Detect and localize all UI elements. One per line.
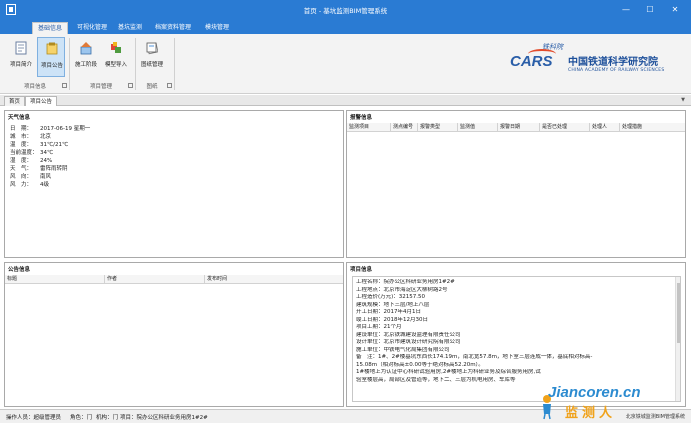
notice-panel: 公告信息 标题 作者 发布时间 <box>4 262 344 407</box>
column-header[interactable]: 是否已处理 <box>540 123 590 132</box>
alarm-grid-header: 监测项目 测点编号 报警类型 监测值 报警日期 是否已处理 处理人 处理措施 <box>347 123 685 132</box>
tab-dropdown-icon[interactable]: ▼ <box>681 97 685 103</box>
status-project: 项目：院办公区科研业务用房1#2# <box>120 415 208 421</box>
watermark: Jiancoren.cn 监测人 <box>540 364 685 422</box>
weather-row: 城 市： 北京 <box>10 134 52 140</box>
tab-module-management[interactable]: 模块管理 <box>200 22 234 34</box>
project-line: 备 注：1#、2#楼基坑东西长174.19m，南北宽57.8m，地下室三层连成一… <box>356 354 593 360</box>
logo-chinese-name: 中国铁道科学研究院 <box>568 57 658 68</box>
ribbon: 项目简介 项目公告 项目信息 施工阶段 模型导入 项目管理 图纸管理 图纸 铁科… <box>0 34 691 94</box>
project-notice-button[interactable]: 项目公告 <box>37 37 65 77</box>
weather-panel-title: 天气信息 <box>5 111 343 121</box>
column-header[interactable]: 测点编号 <box>391 123 418 132</box>
group-label-project-info: 项目信息 <box>23 84 46 90</box>
logo-cars-text: CARS <box>510 53 553 70</box>
scrollbar-thumb[interactable] <box>677 283 680 343</box>
weather-row: 风 力： 4级 <box>10 182 49 188</box>
drawing-management-button[interactable]: 图纸管理 <box>138 37 166 77</box>
alarm-panel-title: 报警信息 <box>347 111 685 121</box>
project-line: 建筑规模：地下三层/地上八层 <box>356 301 430 308</box>
weather-row: 温 度： 31℃/21℃ <box>10 142 69 148</box>
weather-row: 当前温度： 34℃ <box>10 150 54 156</box>
window-title: 首页 - 基坑监测BIM管理系统 <box>303 7 388 15</box>
group-launcher-icon[interactable] <box>62 83 67 88</box>
project-notice-label: 项目公告 <box>40 63 63 69</box>
model-import-icon <box>111 42 121 53</box>
minimize-button[interactable]: — <box>617 3 635 17</box>
weather-row: 日 期： 2017-06-19 星期一 <box>10 126 91 132</box>
column-header[interactable]: 标题 <box>5 275 105 284</box>
column-header[interactable]: 处理人 <box>590 123 620 132</box>
project-intro-button[interactable]: 项目简介 <box>7 37 35 77</box>
column-header[interactable]: 报警类型 <box>418 123 458 132</box>
column-header[interactable]: 发布时间 <box>205 275 343 284</box>
drawing-icon <box>146 42 158 55</box>
weather-row: 天 气： 雷阵雨转阴 <box>10 166 68 172</box>
weather-panel: 天气信息 日 期： 2017-06-19 星期一 城 市： 北京 温 度： 31℃/2… <box>4 110 344 258</box>
drawing-management-label: 图纸管理 <box>140 62 163 68</box>
group-launcher-icon[interactable] <box>128 83 133 88</box>
cars-logo: 铁科院 CARS 中国铁道科学研究院 CHINA ACADEMY OF RAIL… <box>510 42 680 82</box>
tab-visual-management[interactable]: 可视化管理 <box>72 22 112 34</box>
notice-icon <box>46 42 58 55</box>
project-line: 竣工日期：2018年12月30日 <box>356 316 428 323</box>
project-line: 建设单位：北京铁城建设监理有限责任公司 <box>356 331 461 338</box>
column-header[interactable]: 监测项目 <box>347 123 391 132</box>
model-import-label: 模型导入 <box>104 62 127 68</box>
project-line: 工程名称：院办公区科研业务用房1#2# <box>356 279 455 285</box>
group-label-drawings: 图纸 <box>146 84 158 90</box>
weather-row: 湿 度： 24% <box>10 158 53 164</box>
group-divider <box>174 38 175 90</box>
tab-archives[interactable]: 档案资料管理 <box>150 22 196 34</box>
column-header[interactable]: 作者 <box>105 275 205 284</box>
column-header[interactable]: 监测值 <box>458 123 498 132</box>
weather-row: 风 向： 南风 <box>10 174 52 180</box>
document-icon <box>15 41 27 55</box>
project-line: 工程造价(万元)：32157.50 <box>356 294 426 300</box>
title-bar: 首页 - 基坑监测BIM管理系统 — ☐ ✕ <box>0 0 691 20</box>
group-label-project-mgmt: 项目管理 <box>89 84 112 90</box>
notice-grid-header: 标题 作者 发布时间 <box>5 275 343 284</box>
watermark-chinese: 监测人 <box>565 406 617 421</box>
status-user: 操作人员：超级管理员 <box>6 415 62 421</box>
project-panel-title: 项目信息 <box>347 263 685 273</box>
model-import-button[interactable]: 模型导入 <box>102 37 130 77</box>
alarm-panel: 报警信息 监测项目 测点编号 报警类型 监测值 报警日期 是否已处理 处理人 处… <box>346 110 686 258</box>
project-line: 工程地点：北京市海淀区大柳树路2号 <box>356 286 448 293</box>
notice-panel-title: 公告信息 <box>5 263 343 273</box>
logo-english-name: CHINA ACADEMY OF RAILWAY SCIENCES <box>568 68 665 73</box>
tab-pit-monitoring[interactable]: 基坑监测 <box>113 22 147 34</box>
doc-tab-home[interactable]: 首页 <box>4 96 26 106</box>
project-line: 设计单位：北京市建筑设计研究院有限公司 <box>356 339 461 345</box>
maximize-button[interactable]: ☐ <box>641 3 659 17</box>
doc-tab-project-notice[interactable]: 项目公告 <box>25 96 58 106</box>
group-launcher-icon[interactable] <box>167 83 172 88</box>
column-header[interactable]: 处理措施 <box>620 123 685 132</box>
watermark-site: Jiancoren.cn <box>548 384 641 401</box>
project-line: 项目工期：21个月 <box>356 324 402 330</box>
status-org: 机构：门 <box>96 415 119 421</box>
weather-details: 日 期： 2017-06-19 星期一 城 市： 北京 温 度： 31℃/21℃ 当前… <box>10 125 90 189</box>
document-tab-strip: 首页 项目公告 ▼ <box>0 95 691 106</box>
tab-basic-info[interactable]: 基础信息 <box>32 22 69 34</box>
ribbon-tab-strip: 基础信息 可视化管理 基坑监测 档案资料管理 模块管理 <box>0 20 691 34</box>
close-button[interactable]: ✕ <box>666 3 684 17</box>
project-line: 施工单位：中铁电气化局集团有限公司 <box>356 346 450 353</box>
status-role: 角色：门 <box>70 415 93 421</box>
column-header[interactable]: 报警日期 <box>498 123 540 132</box>
construction-stage-button[interactable]: 施工阶段 <box>72 37 100 77</box>
project-line: 开工日期：2017年4月1日 <box>356 309 421 315</box>
construction-icon <box>80 42 92 55</box>
